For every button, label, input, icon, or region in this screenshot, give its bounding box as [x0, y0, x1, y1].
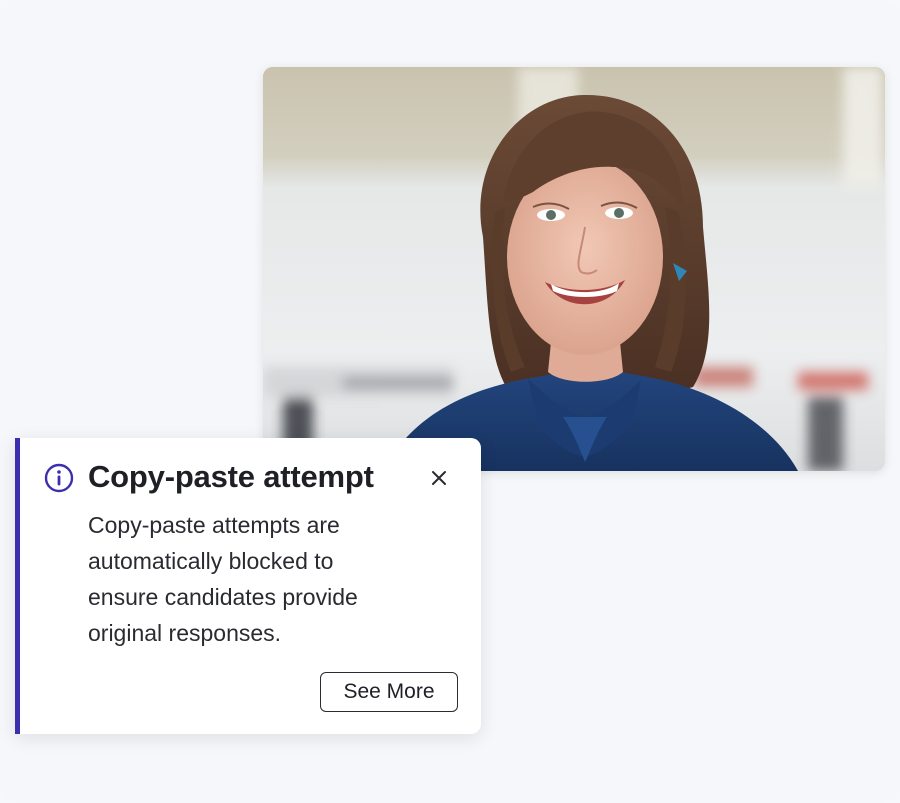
see-more-button[interactable]: See More [320, 672, 458, 712]
copy-paste-notification: Copy-paste attempt Copy-paste attempts a… [15, 438, 481, 734]
notification-accent-bar [15, 438, 20, 734]
page-canvas: Copy-paste attempt Copy-paste attempts a… [0, 0, 900, 803]
candidate-photo [263, 67, 885, 471]
notification-title: Copy-paste attempt [88, 459, 374, 494]
info-icon [44, 463, 74, 493]
close-button[interactable] [424, 465, 454, 495]
notification-message: Copy-paste attempts are automatically bl… [88, 512, 358, 646]
candidate-video [263, 67, 885, 471]
close-icon [431, 470, 447, 491]
